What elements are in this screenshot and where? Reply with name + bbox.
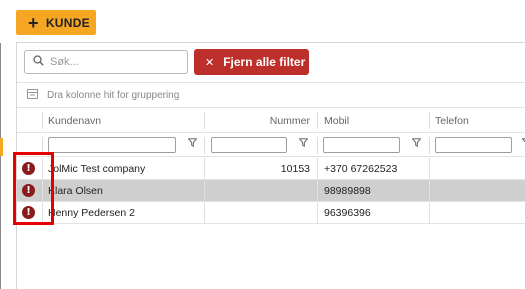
column-header-nummer[interactable]: Nummer: [204, 108, 310, 133]
column-separator: [429, 202, 430, 224]
column-separator: [429, 137, 430, 154]
grouping-icon: [27, 88, 38, 102]
column-separator: [317, 158, 318, 180]
clear-filters-button[interactable]: ✕ Fjern alle filter: [194, 49, 309, 75]
filter-funnel-icon[interactable]: [298, 138, 309, 150]
filter-input-telefon[interactable]: [435, 137, 512, 153]
column-header-kundenavn[interactable]: Kundenavn: [48, 108, 101, 133]
cell-mobil: +370 67262523: [324, 163, 398, 175]
add-customer-button[interactable]: + KUNDE: [16, 10, 96, 35]
column-separator: [317, 137, 318, 154]
cell-kundenavn: Klara Olsen: [48, 185, 103, 197]
column-separator: [317, 112, 318, 129]
add-customer-label: KUNDE: [45, 15, 90, 30]
clear-filters-label: Fjern alle filter: [223, 55, 306, 69]
cell-kundenavn: Henny Pedersen 2: [48, 207, 135, 219]
column-header-telefon[interactable]: Telefon: [435, 108, 469, 133]
plus-icon: +: [28, 12, 39, 33]
column-separator: [429, 112, 430, 129]
table-row[interactable]: ! Henny Pedersen 2 96396396: [17, 202, 525, 224]
cell-mobil: 98989898: [324, 185, 371, 197]
filter-input-kundenavn[interactable]: [48, 137, 176, 153]
cell-kundenavn: JolMic Test company: [48, 163, 146, 175]
table-row[interactable]: ! JolMic Test company 10153 +370 6726252…: [17, 158, 525, 180]
column-separator: [317, 180, 318, 202]
cell-nummer: [204, 180, 310, 202]
filter-input-mobil[interactable]: [323, 137, 400, 153]
column-separator: [429, 158, 430, 180]
grouping-panel[interactable]: Dra kolonne hit for gruppering: [17, 82, 525, 108]
grid-filter-row: [17, 133, 525, 157]
row-focus-marker: [0, 138, 3, 156]
column-header-mobil[interactable]: Mobil: [324, 108, 349, 133]
status-icons-highlight: [13, 152, 54, 225]
grouping-hint: Dra kolonne hit for gruppering: [47, 89, 180, 101]
cell-nummer: [204, 202, 310, 224]
column-separator: [204, 137, 205, 154]
filter-input-nummer[interactable]: [211, 137, 287, 153]
column-separator: [317, 202, 318, 224]
grid-header-row: Kundenavn Nummer Mobil Telefon: [17, 108, 525, 133]
table-row[interactable]: ! Klara Olsen 98989898: [17, 180, 525, 202]
search-icon: [33, 55, 44, 69]
search-field[interactable]: [24, 50, 188, 74]
search-input[interactable]: [50, 56, 170, 68]
column-separator: [42, 112, 43, 129]
filter-funnel-icon[interactable]: [411, 138, 422, 150]
top-toolbar: + KUNDE: [0, 0, 525, 43]
cell-nummer: 10153: [280, 163, 310, 175]
column-separator: [429, 180, 430, 202]
close-icon: ✕: [205, 56, 215, 69]
cell-mobil: 96396396: [324, 207, 371, 219]
filter-funnel-icon[interactable]: [187, 138, 198, 150]
